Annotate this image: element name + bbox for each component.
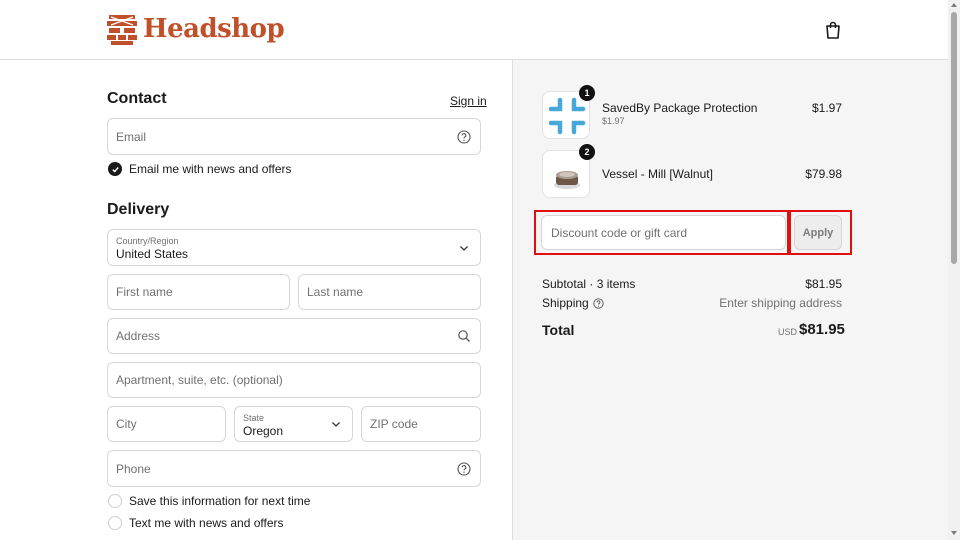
- contact-heading: Contact: [107, 90, 167, 107]
- help-circle-icon[interactable]: [593, 297, 604, 309]
- first-name-placeholder: First name: [116, 285, 173, 299]
- search-icon: [458, 330, 470, 342]
- zip-field[interactable]: ZIP code: [361, 406, 481, 442]
- product-thumbnail: 1: [542, 85, 595, 139]
- email-news-label: Email me with news and offers: [129, 162, 292, 176]
- country-value: United States: [116, 247, 189, 261]
- scroll-up-arrow-icon[interactable]: [951, 3, 957, 7]
- delivery-heading: Delivery: [107, 201, 170, 218]
- total-value: $81.95: [799, 321, 845, 338]
- quantity-badge: 1: [579, 85, 595, 101]
- shipping-row-label: Shipping: [542, 296, 604, 310]
- phone-placeholder: Phone: [116, 461, 151, 476]
- brick-wall-logo-icon: [107, 15, 137, 45]
- phone-field[interactable]: Phone: [107, 450, 481, 487]
- subtotal-value: $81.95: [805, 277, 842, 291]
- first-name-field[interactable]: First name: [107, 274, 290, 310]
- zip-placeholder: ZIP code: [370, 417, 418, 431]
- item-subprice: $1.97: [602, 116, 625, 126]
- site-header: Headshop: [0, 0, 948, 60]
- country-label: Country/Region: [116, 236, 179, 246]
- apply-button-highlight: [789, 210, 852, 255]
- scroll-down-arrow-icon[interactable]: [951, 531, 957, 535]
- chevron-down-icon: [460, 245, 468, 251]
- discount-input-highlight: [534, 210, 789, 255]
- shipping-value: Enter shipping address: [719, 296, 842, 310]
- last-name-placeholder: Last name: [307, 285, 364, 299]
- subtotal-label: Subtotal · 3 items: [542, 277, 636, 291]
- address-field[interactable]: Address: [107, 318, 481, 354]
- email-news-option[interactable]: Email me with news and offers: [108, 162, 292, 176]
- item-name: SavedBy Package Protection: [602, 101, 758, 115]
- item-name: Vessel - Mill [Walnut]: [602, 167, 713, 181]
- item-price: $79.98: [805, 167, 842, 181]
- city-field[interactable]: City: [107, 406, 226, 442]
- brand-name: Headshop: [143, 14, 285, 44]
- shopping-bag-icon[interactable]: [823, 20, 843, 40]
- help-circle-icon[interactable]: [457, 129, 471, 144]
- save-info-checkbox[interactable]: [108, 494, 122, 508]
- scrollbar-thumb[interactable]: [951, 12, 957, 264]
- product-thumbnail: 2: [542, 144, 595, 198]
- last-name-field[interactable]: Last name: [298, 274, 481, 310]
- help-circle-icon[interactable]: [457, 461, 471, 476]
- sign-in-link[interactable]: Sign in: [450, 94, 487, 108]
- apartment-field[interactable]: Apartment, suite, etc. (optional): [107, 362, 481, 398]
- total-currency: USD: [778, 327, 798, 337]
- total-label: Total: [542, 322, 575, 338]
- chevron-down-icon: [332, 422, 340, 427]
- email-placeholder: Email: [116, 129, 147, 144]
- save-info-option[interactable]: Save this information for next time: [108, 494, 310, 508]
- brand-logo[interactable]: Headshop: [107, 13, 285, 45]
- state-label: State: [243, 413, 265, 423]
- text-news-option[interactable]: Text me with news and offers: [108, 516, 284, 530]
- quantity-badge: 2: [579, 144, 595, 160]
- country-select[interactable]: Country/Region United States: [107, 229, 481, 266]
- email-field[interactable]: Email: [107, 118, 481, 155]
- page-scrollbar[interactable]: [948, 0, 960, 540]
- checkmark-icon: [111, 166, 119, 173]
- save-info-label: Save this information for next time: [129, 494, 311, 508]
- email-news-checkbox[interactable]: [108, 162, 122, 176]
- item-price: $1.97: [811, 101, 842, 115]
- state-value: Oregon: [243, 424, 284, 438]
- apartment-placeholder: Apartment, suite, etc. (optional): [116, 373, 283, 387]
- text-news-checkbox[interactable]: [108, 516, 122, 530]
- city-placeholder: City: [116, 417, 137, 431]
- address-placeholder: Address: [116, 329, 161, 343]
- shipping-label: Shipping: [542, 296, 589, 310]
- state-select[interactable]: State Oregon: [234, 406, 353, 442]
- text-news-label: Text me with news and offers: [129, 516, 284, 530]
